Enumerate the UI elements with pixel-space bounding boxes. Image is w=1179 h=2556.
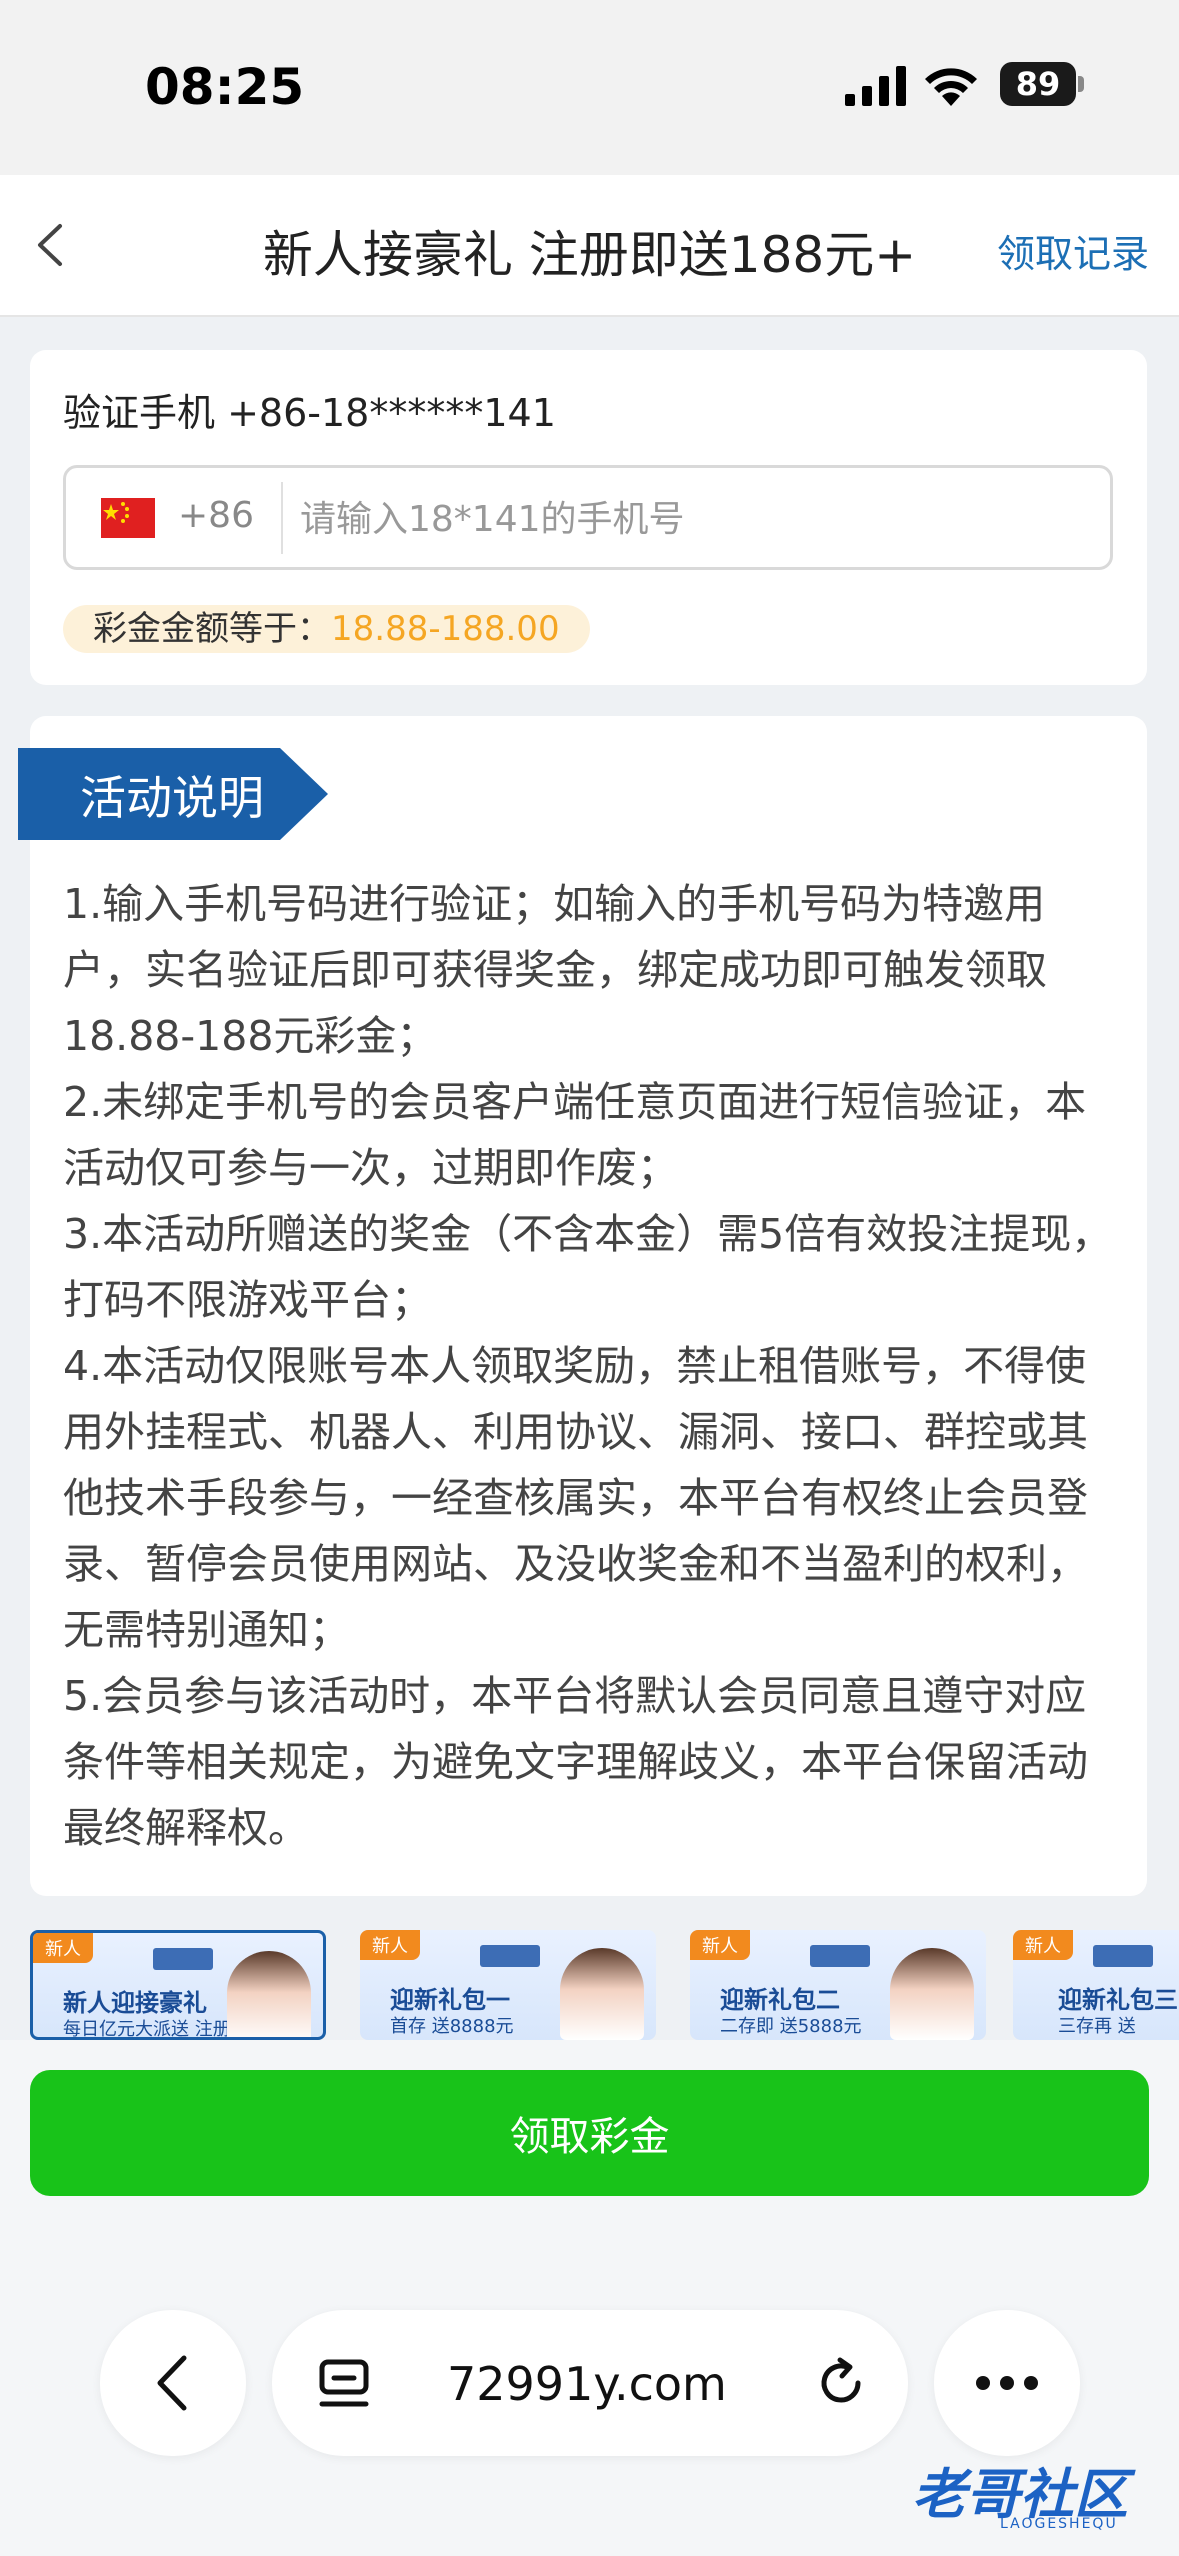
promo-thumbnail[interactable]: 新人 迎新礼包一 首存 送8888元	[360, 1930, 656, 2040]
rule-item: 1.输入手机号码进行验证；如输入的手机号码为特邀用户，实名验证后即可获得奖金，绑…	[63, 880, 1047, 1060]
bonus-amount-label: 彩金金额等于：	[93, 609, 331, 649]
brand-logo-icon	[810, 1945, 870, 1967]
model-photo	[227, 1951, 311, 2037]
claim-bonus-button[interactable]: 领取彩金	[30, 2070, 1149, 2196]
field-divider	[281, 482, 283, 554]
bonus-amount-value: 18.88-188.00	[331, 609, 560, 649]
rule-item: 4.本活动仅限账号本人领取奖励，禁止租借账号，不得使用外挂程式、机器人、利用协议…	[63, 1342, 1088, 1654]
promo-thumbnail[interactable]: 新人 新人迎接豪礼 每日亿元大派送 注册即送	[30, 1930, 326, 2040]
brand-logo-icon	[1093, 1945, 1153, 1967]
verify-phone-label: 验证手机 +86-18******141	[63, 391, 556, 435]
thumbnail-title: 迎新礼包二	[720, 1986, 840, 2014]
wifi-icon	[925, 68, 977, 106]
battery-tip	[1078, 76, 1084, 92]
new-badge: 新人	[360, 1930, 420, 1960]
battery-icon: 89	[1000, 62, 1076, 106]
activity-title: 活动说明	[80, 771, 264, 825]
more-dots-icon	[976, 2376, 1038, 2390]
model-photo	[560, 1948, 644, 2040]
model-photo	[890, 1948, 974, 2040]
country-code[interactable]: +86	[178, 495, 254, 536]
bonus-amount-badge: 彩金金额等于：18.88-188.00	[63, 605, 590, 653]
browser-back-button[interactable]	[100, 2310, 246, 2456]
verify-card: 验证手机 +86-18******141 +86 彩金金额等于：18.88-18…	[30, 350, 1147, 685]
url-text[interactable]: 72991y.com	[447, 2357, 727, 2411]
thumbnail-subtitle: 二存即 送5888元	[720, 2016, 862, 2037]
browser-more-button[interactable]	[934, 2310, 1080, 2456]
status-bar: 08:25 89	[0, 0, 1179, 175]
tab-layout-icon	[319, 2359, 369, 2407]
rule-item: 5.会员参与该活动时，本平台将默认会员同意且遵守对应条件等相关规定，为避免文字理…	[63, 1672, 1088, 1852]
cellular-signal-icon	[845, 66, 906, 106]
status-time: 08:25	[145, 58, 305, 116]
promo-thumbnail[interactable]: 新人 迎新礼包二 二存即 送5888元	[690, 1930, 986, 2040]
brand-logo-icon	[153, 1948, 213, 1970]
nav-bar: 新人接豪礼 注册即送188元+ 领取记录	[0, 175, 1179, 317]
back-arrow-icon	[157, 2355, 187, 2411]
activity-card: 活动说明 1.输入手机号码进行验证；如输入的手机号码为特邀用户，实名验证后即可获…	[18, 716, 1147, 1896]
claim-records-link[interactable]: 领取记录	[997, 223, 1149, 278]
thumbnail-title: 新人迎接豪礼	[63, 1989, 207, 2017]
watermark-subtext: LAOGESHEQU	[1000, 2516, 1118, 2532]
rule-item: 2.未绑定手机号的会员客户端任意页面进行短信验证，本活动仅可参与一次，过期即作废…	[63, 1078, 1087, 1192]
new-badge: 新人	[33, 1933, 93, 1963]
china-flag-icon	[101, 498, 155, 538]
address-bar[interactable]: 72991y.com	[272, 2310, 908, 2456]
promo-thumbnail[interactable]: 新人 迎新礼包三 三存再 送8888元	[1013, 1930, 1179, 2040]
brand-logo-icon	[480, 1945, 540, 1967]
rule-item: 3.本活动所赠送的奖金（不含本金）需5倍有效投注提现，打码不限游戏平台；	[63, 1210, 1113, 1324]
thumbnail-title: 迎新礼包三	[1058, 1986, 1178, 2014]
thumbnail-subtitle: 首存 送8888元	[390, 2016, 514, 2037]
reload-icon[interactable]	[814, 2356, 868, 2410]
new-badge: 新人	[1013, 1930, 1073, 1960]
phone-input[interactable]	[298, 482, 1092, 556]
activity-rules: 1.输入手机号码进行验证；如输入的手机号码为特邀用户，实名验证后即可获得奖金，绑…	[63, 871, 1123, 1861]
thumbnail-subtitle: 三存再 送8888元	[1058, 2016, 1136, 2037]
thumbnail-title: 迎新礼包一	[390, 1986, 510, 2014]
new-badge: 新人	[690, 1930, 750, 1960]
phone-field[interactable]: +86	[63, 465, 1113, 570]
